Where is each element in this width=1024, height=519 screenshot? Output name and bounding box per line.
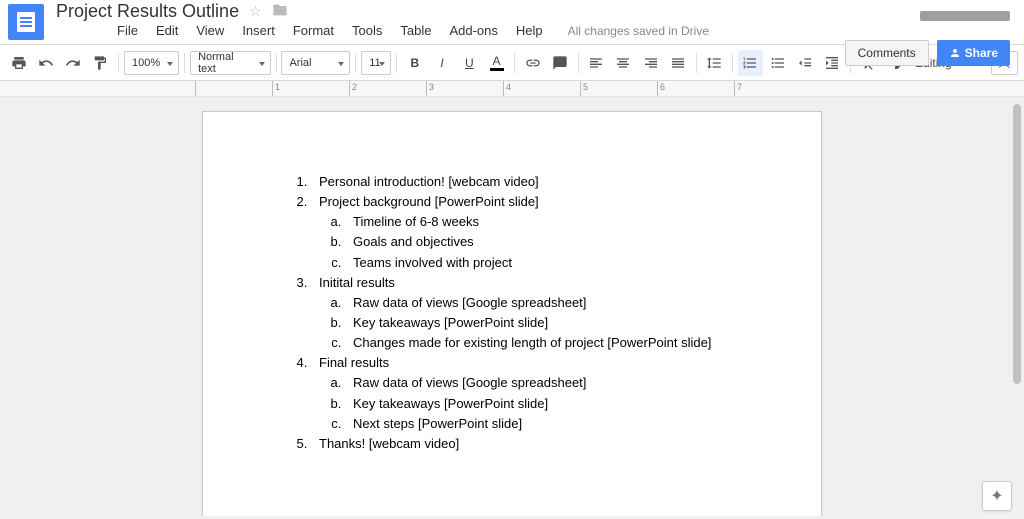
outline-item-text[interactable]: Initital results bbox=[319, 275, 395, 290]
align-left-icon[interactable] bbox=[584, 50, 609, 76]
outline-sublist: Raw data of views [Google spreadsheet]Ke… bbox=[319, 293, 751, 353]
outline-item-text[interactable]: Thanks! [webcam video] bbox=[319, 436, 459, 451]
comments-button[interactable]: Comments bbox=[845, 40, 929, 66]
outline-subitem[interactable]: Raw data of views [Google spreadsheet] bbox=[345, 293, 751, 313]
text-color-button[interactable]: A bbox=[484, 50, 509, 76]
docs-logo-icon[interactable] bbox=[8, 4, 44, 40]
outline-item-text[interactable]: Final results bbox=[319, 355, 389, 370]
ruler-tick: 6 bbox=[657, 81, 734, 96]
font-size-dropdown[interactable]: 11 bbox=[361, 51, 391, 75]
menu-edit[interactable]: Edit bbox=[151, 21, 183, 40]
outline-subitem[interactable]: Next steps [PowerPoint slide] bbox=[345, 414, 751, 434]
document-canvas[interactable]: Personal introduction! [webcam video] Pro… bbox=[0, 97, 1024, 516]
font-dropdown[interactable]: Arial bbox=[281, 51, 350, 75]
ruler-tick bbox=[195, 81, 272, 96]
outline-item-text[interactable]: Personal introduction! [webcam video] bbox=[319, 174, 539, 189]
menu-format[interactable]: Format bbox=[288, 21, 339, 40]
star-icon[interactable]: ☆ bbox=[249, 3, 262, 20]
outline-list[interactable]: Personal introduction! [webcam video] Pro… bbox=[293, 172, 751, 454]
folder-icon[interactable] bbox=[272, 2, 288, 21]
document-title[interactable]: Project Results Outline bbox=[56, 1, 239, 22]
explore-button[interactable]: ✦ bbox=[982, 481, 1012, 511]
ruler-tick: 3 bbox=[426, 81, 503, 96]
menu-table[interactable]: Table bbox=[395, 21, 436, 40]
increase-indent-icon[interactable] bbox=[820, 50, 845, 76]
menu-tools[interactable]: Tools bbox=[347, 21, 387, 40]
line-spacing-icon[interactable] bbox=[702, 50, 727, 76]
scrollbar-vertical[interactable] bbox=[1012, 102, 1022, 502]
app-header: Project Results Outline ☆ File Edit View In… bbox=[0, 0, 1024, 45]
zoom-dropdown[interactable]: 100% bbox=[124, 51, 179, 75]
decrease-indent-icon[interactable] bbox=[792, 50, 817, 76]
ruler-tick: 5 bbox=[580, 81, 657, 96]
ruler-tick: 4 bbox=[503, 81, 580, 96]
outline-subitem[interactable]: Key takeaways [PowerPoint slide] bbox=[345, 313, 751, 333]
document-page[interactable]: Personal introduction! [webcam video] Pro… bbox=[202, 111, 822, 516]
ruler-tick: 1 bbox=[272, 81, 349, 96]
align-center-icon[interactable] bbox=[611, 50, 636, 76]
bulleted-list-icon[interactable] bbox=[765, 50, 790, 76]
ruler-tick: 7 bbox=[734, 81, 811, 96]
underline-button[interactable]: U bbox=[457, 50, 482, 76]
save-status: All changes saved in Drive bbox=[568, 24, 709, 38]
menu-view[interactable]: View bbox=[191, 21, 229, 40]
outline-item[interactable]: Project background [PowerPoint slide] Tim… bbox=[311, 192, 751, 273]
outline-subitem[interactable]: Teams involved with project bbox=[345, 253, 751, 273]
menu-help[interactable]: Help bbox=[511, 21, 548, 40]
italic-button[interactable]: I bbox=[429, 50, 454, 76]
ruler-tick: 2 bbox=[349, 81, 426, 96]
ruler[interactable]: 1234567 bbox=[0, 81, 1024, 97]
outline-sublist: Timeline of 6-8 weeksGoals and objective… bbox=[319, 212, 751, 272]
menu-file[interactable]: File bbox=[112, 21, 143, 40]
insert-link-icon[interactable] bbox=[520, 50, 545, 76]
outline-subitem[interactable]: Goals and objectives bbox=[345, 232, 751, 252]
outline-subitem[interactable]: Changes made for existing length of proj… bbox=[345, 333, 751, 353]
outline-subitem[interactable]: Timeline of 6-8 weeks bbox=[345, 212, 751, 232]
outline-sublist: Raw data of views [Google spreadsheet]Ke… bbox=[319, 373, 751, 433]
undo-icon[interactable] bbox=[33, 50, 58, 76]
share-button[interactable]: Share bbox=[937, 40, 1010, 66]
insert-comment-icon[interactable] bbox=[547, 50, 572, 76]
scrollbar-thumb[interactable] bbox=[1013, 104, 1021, 384]
redo-icon[interactable] bbox=[61, 50, 86, 76]
title-row: Project Results Outline ☆ File Edit View In… bbox=[0, 0, 1024, 44]
bold-button[interactable]: B bbox=[402, 50, 427, 76]
menu-addons[interactable]: Add-ons bbox=[444, 21, 502, 40]
outline-item[interactable]: Final results Raw data of views [Google s… bbox=[311, 353, 751, 434]
outline-subitem[interactable]: Raw data of views [Google spreadsheet] bbox=[345, 373, 751, 393]
align-justify-icon[interactable] bbox=[665, 50, 690, 76]
outline-item[interactable]: Thanks! [webcam video] bbox=[311, 434, 751, 454]
print-icon[interactable] bbox=[6, 50, 31, 76]
paint-format-icon[interactable] bbox=[88, 50, 113, 76]
outline-item-text[interactable]: Project background [PowerPoint slide] bbox=[319, 194, 539, 209]
align-right-icon[interactable] bbox=[638, 50, 663, 76]
outline-item[interactable]: Initital results Raw data of views [Googl… bbox=[311, 273, 751, 354]
outline-subitem[interactable]: Key takeaways [PowerPoint slide] bbox=[345, 394, 751, 414]
numbered-list-icon[interactable] bbox=[738, 50, 763, 76]
user-avatar[interactable] bbox=[920, 11, 1010, 21]
menu-insert[interactable]: Insert bbox=[237, 21, 280, 40]
share-label: Share bbox=[965, 46, 998, 60]
outline-item[interactable]: Personal introduction! [webcam video] bbox=[311, 172, 751, 192]
paragraph-style-dropdown[interactable]: Normal text bbox=[190, 51, 270, 75]
